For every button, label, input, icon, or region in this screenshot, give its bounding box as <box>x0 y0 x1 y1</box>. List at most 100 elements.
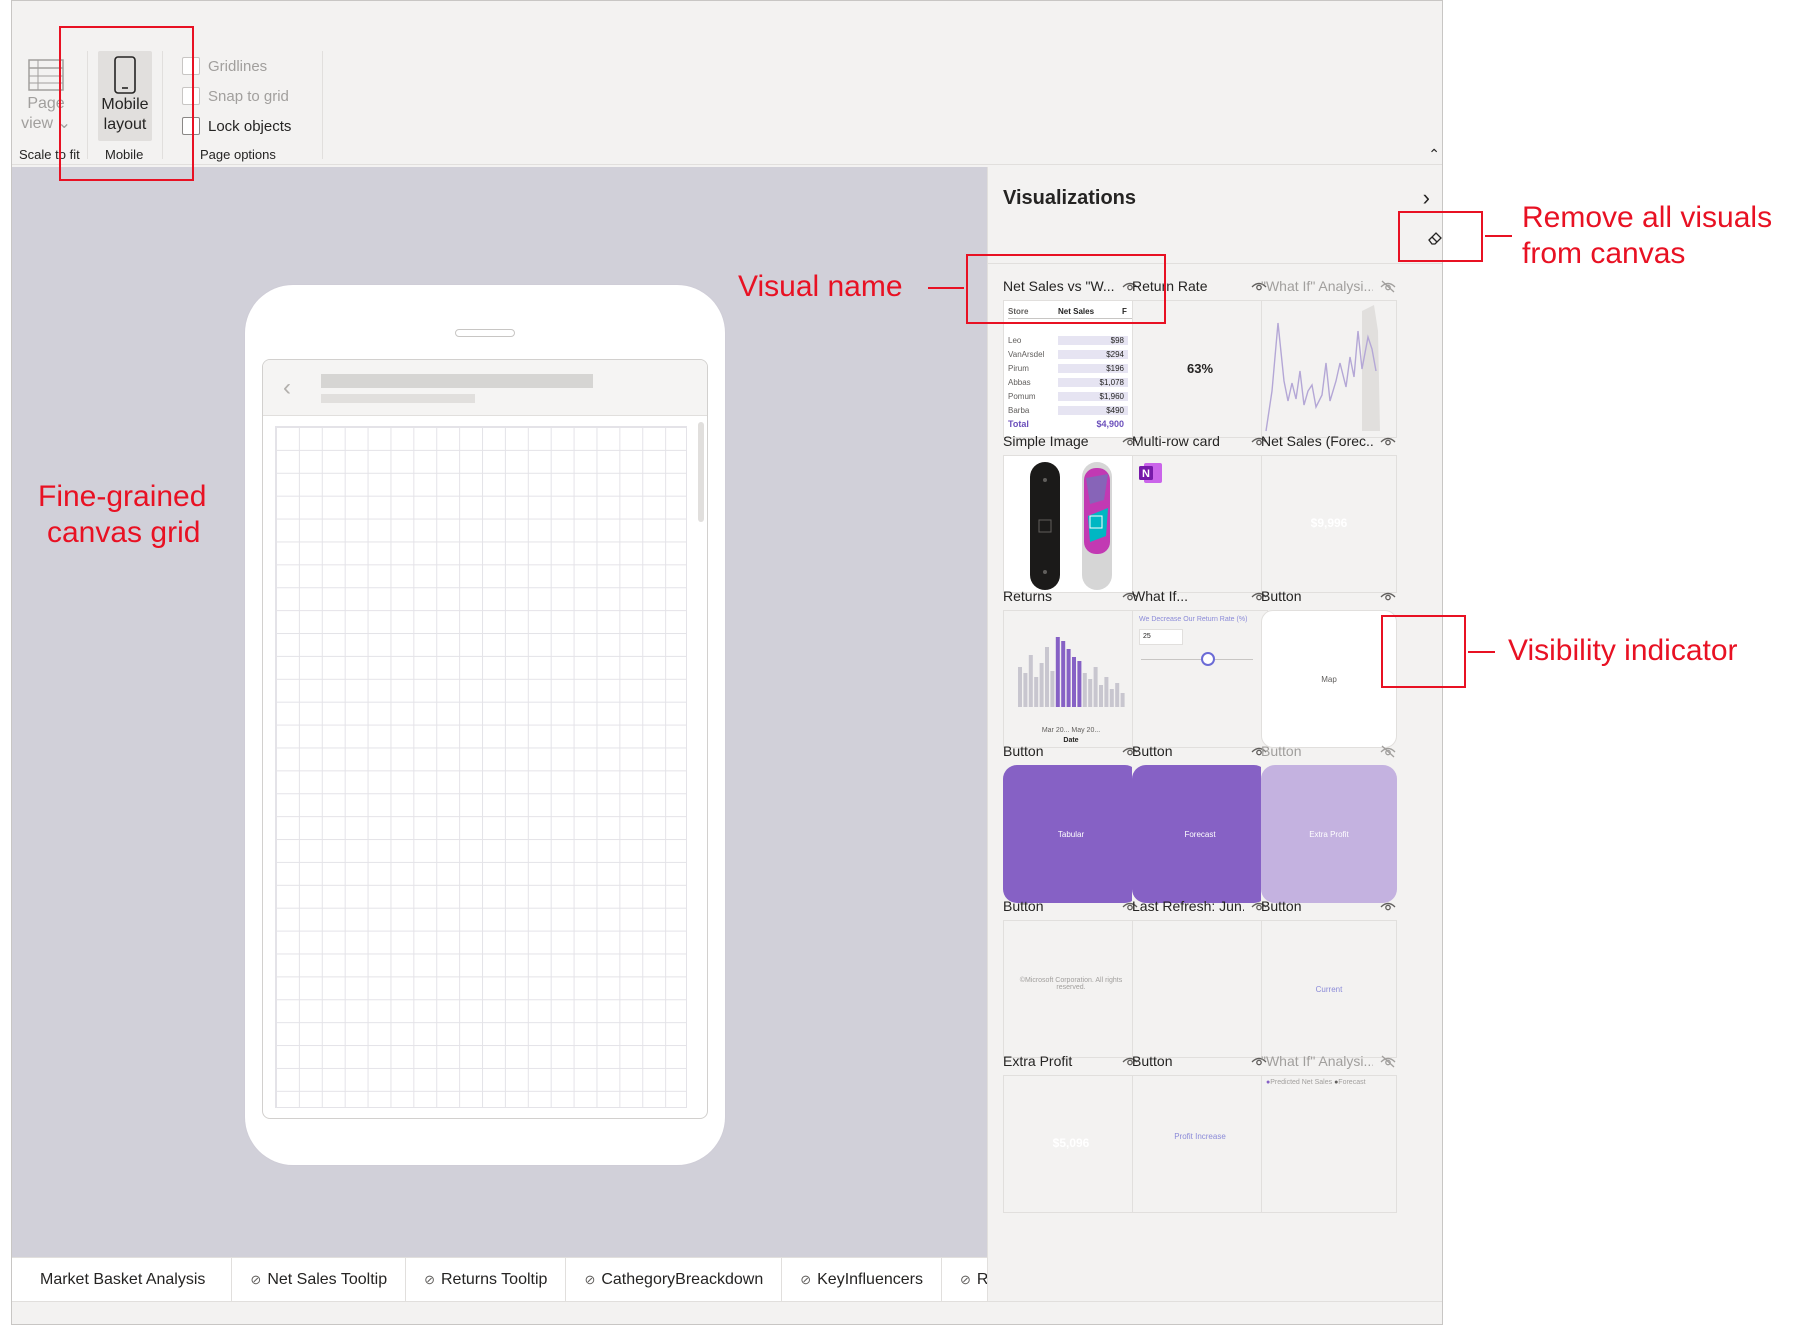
table-row: Pirum $196 <box>1008 361 1136 375</box>
button-text: Forecast <box>1132 765 1268 903</box>
hidden-page-icon: ⊘ <box>959 1272 971 1287</box>
visual-tile[interactable]: Returns Mar 20... May 20... Date <box>1003 588 1139 753</box>
button-thumbnail: Map <box>1261 610 1397 748</box>
annotation-remove-all-2: from canvas <box>1522 237 1686 270</box>
annotation-line <box>928 287 964 289</box>
annotation-box-visual-name <box>966 254 1166 324</box>
button-thumbnail: Profit Increase <box>1132 1075 1268 1213</box>
annotation-visibility: Visibility indicator <box>1508 634 1738 667</box>
button-text: Profit Increase <box>1174 1132 1226 1141</box>
column-bar <box>1061 641 1066 707</box>
power-bi-window: Page view ⌄ Scale to fit Mobile layout M… <box>11 0 1443 1325</box>
table-cell: $1,078 <box>1058 377 1128 387</box>
column-bar <box>1018 667 1022 707</box>
visual-tile[interactable]: Button Extra Profit <box>1261 743 1397 908</box>
visual-tile[interactable]: Button Tabular <box>1003 743 1139 908</box>
kpi-value: $5,096 <box>1052 1136 1090 1150</box>
eye-icon[interactable] <box>1379 433 1397 449</box>
visual-tile[interactable]: Button Map <box>1261 588 1397 753</box>
card-thumbnail: $5,096 <box>1003 1075 1139 1213</box>
hidden-page-icon: ⊘ <box>584 1272 596 1287</box>
slicer-thumbnail: We Decrease Our Return Rate (%) 25 <box>1132 610 1268 748</box>
visual-name: Button <box>1003 743 1044 759</box>
visual-tile[interactable]: Button Profit Increase <box>1132 1053 1268 1218</box>
table-cell: Pirum <box>1008 363 1029 373</box>
table-cell: Pomum <box>1008 391 1036 401</box>
tab-category-breakdown[interactable]: ⊘ CathegoryBreackdown <box>566 1258 783 1301</box>
multirow-card-thumbnail: N <box>1132 455 1268 593</box>
eye-icon[interactable] <box>1379 898 1397 914</box>
button-text: Current <box>1315 985 1343 994</box>
column-bar <box>1077 661 1082 707</box>
table-cell: $98 <box>1058 335 1128 345</box>
mobile-header: ‹ <box>263 360 707 416</box>
table-cell: $1,960 <box>1058 391 1128 401</box>
table-row: Barba $490 <box>1008 403 1136 417</box>
snap-to-grid-checkbox[interactable]: Snap to grid <box>182 87 289 105</box>
chevron-right-icon[interactable]: › <box>1423 185 1430 211</box>
svg-text:N: N <box>1142 468 1150 480</box>
page-tabs: Market Basket Analysis ⊘ Net Sales Toolti… <box>12 1257 987 1301</box>
slicer-value: 25 <box>1139 629 1183 645</box>
eye-hidden-icon[interactable] <box>1379 743 1397 759</box>
chart-legend: ●Predicted Net Sales ●Forecast <box>1266 1079 1366 1086</box>
annotation-box-mobile-layout <box>59 26 194 181</box>
visual-name: Extra Profit <box>1003 1053 1073 1069</box>
collapse-ribbon-icon[interactable]: ⌃ <box>1428 146 1440 163</box>
visual-tile[interactable]: Multi-row card N <box>1132 433 1268 598</box>
visual-tile[interactable]: Extra Profit $5,096 <box>1003 1053 1139 1218</box>
column-bar <box>1115 683 1120 707</box>
visual-tile[interactable]: "What If" Analysi... <box>1261 278 1397 443</box>
visual-tile[interactable]: Last Refresh: Jun... <box>1132 898 1268 1063</box>
eye-icon[interactable] <box>1379 588 1397 604</box>
button-text: ©Microsoft Corporation. All rights reser… <box>1019 977 1123 991</box>
column-bar <box>1034 677 1039 707</box>
column-bar <box>1028 655 1033 707</box>
lock-objects-checkbox[interactable]: Lock objects <box>182 117 291 135</box>
table-cell: VanArsdel <box>1008 349 1045 359</box>
phone-screen: ‹ <box>262 359 708 1119</box>
visual-tile[interactable]: Button ©Microsoft Corporation. All right… <box>1003 898 1139 1063</box>
tab-returns-tooltip[interactable]: ⊘ Returns Tooltip <box>406 1258 567 1301</box>
table-row: Leo $98 <box>1008 333 1136 347</box>
visual-tile[interactable]: Button Forecast <box>1132 743 1268 908</box>
column-bar <box>1088 679 1093 707</box>
visual-name: Net Sales (Forec... <box>1261 433 1373 449</box>
annotation-visual-name: Visual name <box>738 270 903 303</box>
scrollbar[interactable] <box>698 422 704 522</box>
column-bar <box>1066 649 1071 707</box>
snap-to-grid-label: Snap to grid <box>208 87 289 105</box>
table-cell: $294 <box>1058 349 1128 359</box>
visual-tile[interactable]: What If... We Decrease Our Return Rate (… <box>1132 588 1268 753</box>
tab-label: Market Basket Analysis <box>40 1271 206 1288</box>
ribbon-separator <box>322 51 323 159</box>
table-cell: Total <box>1008 419 1029 429</box>
tab-retk[interactable]: ⊘ RetK <box>942 1258 987 1301</box>
lock-objects-label: Lock objects <box>208 117 292 135</box>
onenote-icon: N <box>1139 463 1162 483</box>
phone-frame: ‹ <box>245 285 725 1165</box>
visual-tile[interactable]: Simple Image <box>1003 433 1139 598</box>
column-chart-thumbnail: Mar 20... May 20... Date <box>1003 610 1139 748</box>
visual-name: Button <box>1261 588 1302 604</box>
visual-name: Returns <box>1003 588 1053 604</box>
tab-label: Net Sales Tooltip <box>267 1271 388 1288</box>
eye-hidden-icon[interactable] <box>1379 1053 1397 1069</box>
eye-hidden-icon[interactable] <box>1379 278 1397 294</box>
visual-tile[interactable]: Button Current <box>1261 898 1397 1063</box>
column-bar <box>1045 647 1049 707</box>
column-bar <box>1104 677 1109 707</box>
gridlines-checkbox[interactable]: Gridlines <box>182 57 267 75</box>
visual-tile[interactable]: Net Sales (Forec... $9,996 <box>1261 433 1397 598</box>
tab-market-basket-analysis[interactable]: Market Basket Analysis <box>12 1258 233 1301</box>
annotation-line <box>1468 651 1495 653</box>
tab-net-sales-tooltip[interactable]: ⊘ Net Sales Tooltip <box>232 1258 407 1301</box>
canvas-grid[interactable] <box>275 426 687 1108</box>
annotation-grid-2: canvas grid <box>47 516 201 549</box>
visual-tile[interactable]: "What If" Analysi... ●Predicted Net Sale… <box>1261 1053 1397 1218</box>
table-row: Pomum $1,960 <box>1008 389 1136 403</box>
slider-knob <box>1201 652 1215 666</box>
table-cell: $196 <box>1058 363 1128 373</box>
tab-key-influencers[interactable]: ⊘ KeyInfluencers <box>782 1258 942 1301</box>
x-axis-ticks: Mar 20... May 20... <box>1041 727 1101 734</box>
